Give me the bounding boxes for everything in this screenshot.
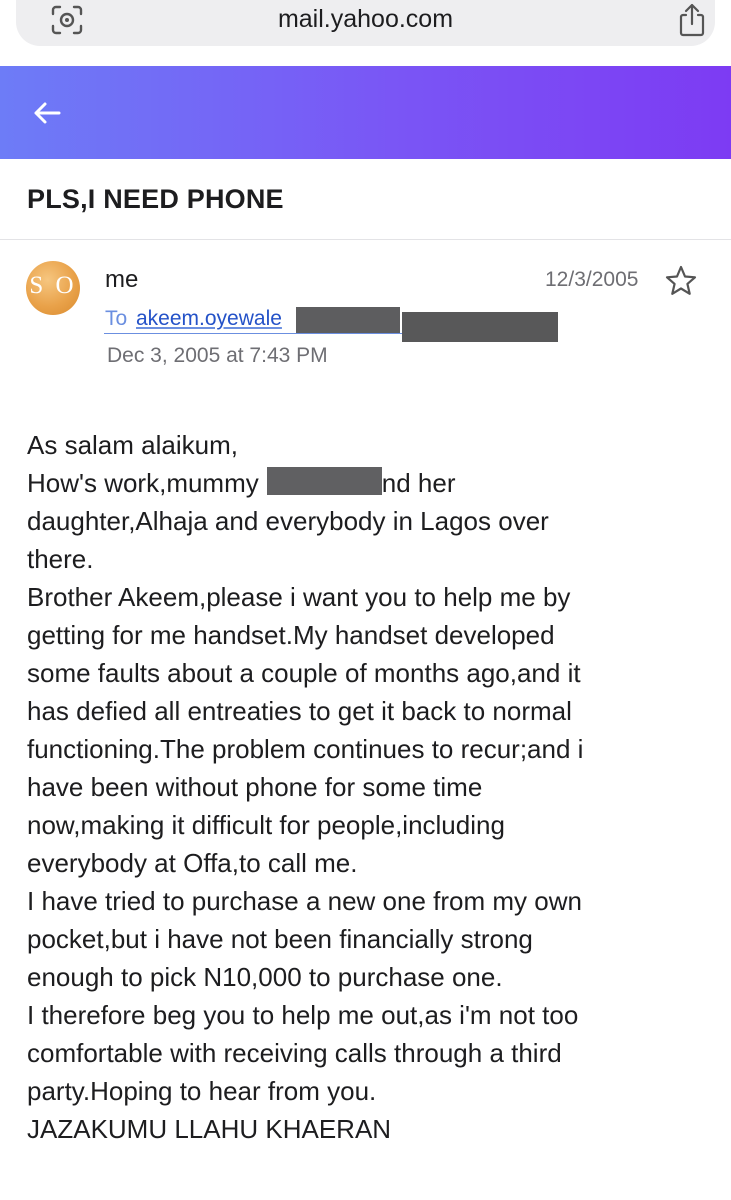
body-line: comfortable with receiving calls through… (27, 1038, 562, 1068)
body-line: some faults about a couple of months ago… (27, 658, 581, 688)
recipient-address-link[interactable]: akeem.oyewale (136, 307, 282, 331)
body-line: How's work,mummy nd her (27, 464, 717, 502)
share-icon[interactable] (676, 2, 708, 38)
arrow-left-icon[interactable] (30, 96, 64, 130)
body-line: getting for me handset.My handset develo… (27, 620, 555, 650)
redaction-block (296, 307, 400, 333)
email-subject: PLS,I NEED PHONE (27, 184, 284, 214)
body-line: has defied all entreaties to get it back… (27, 696, 572, 726)
body-line: have been without phone for some time (27, 772, 483, 802)
email-body: As salam alaikum, How's work,mummy nd her… (27, 426, 717, 1148)
body-line: enough to pick N10,000 to purchase one. (27, 962, 503, 992)
body-line: party.Hoping to hear from you. (27, 1076, 377, 1106)
sender-name[interactable]: me (105, 266, 138, 294)
url-text: mail.yahoo.com (277, 5, 454, 33)
url-field[interactable]: mail.yahoo.com (16, 0, 715, 46)
body-line: JAZAKUMU LLAHU KHAERAN (27, 1114, 392, 1144)
body-text-fragment: nd her (381, 468, 456, 498)
body-line: functioning.The problem continues to rec… (27, 734, 584, 764)
body-line: there. (27, 544, 94, 574)
browser-address-bar: mail.yahoo.com (0, 0, 731, 64)
body-line: I have tried to purchase a new one from … (27, 886, 582, 916)
body-line: daughter,Alhaja and everybody in Lagos o… (27, 506, 549, 536)
star-outline-icon[interactable] (664, 264, 698, 298)
divider (0, 239, 731, 240)
recipient-label: To (105, 307, 128, 330)
body-line: everybody at Offa,to call me. (27, 848, 358, 878)
body-line: Brother Akeem,please i want you to help … (27, 582, 571, 612)
avatar-initials: S O (29, 272, 77, 299)
body-text-fragment: How's work,mummy (27, 468, 259, 498)
body-line: I therefore beg you to help me out,as i'… (27, 1000, 579, 1030)
body-line: now,making it difficult for people,inclu… (27, 810, 505, 840)
body-line: pocket,but i have not been financially s… (27, 924, 533, 954)
email-date-full: Dec 3, 2005 at 7:43 PM (107, 344, 328, 367)
redaction-block (402, 312, 558, 342)
email-date-short: 12/3/2005 (545, 268, 639, 291)
redaction-block (266, 467, 382, 495)
mail-header-bar (0, 66, 731, 159)
body-line: As salam alaikum, (27, 430, 238, 460)
sender-avatar[interactable]: S O (26, 261, 80, 315)
recipient-underline (104, 333, 402, 334)
